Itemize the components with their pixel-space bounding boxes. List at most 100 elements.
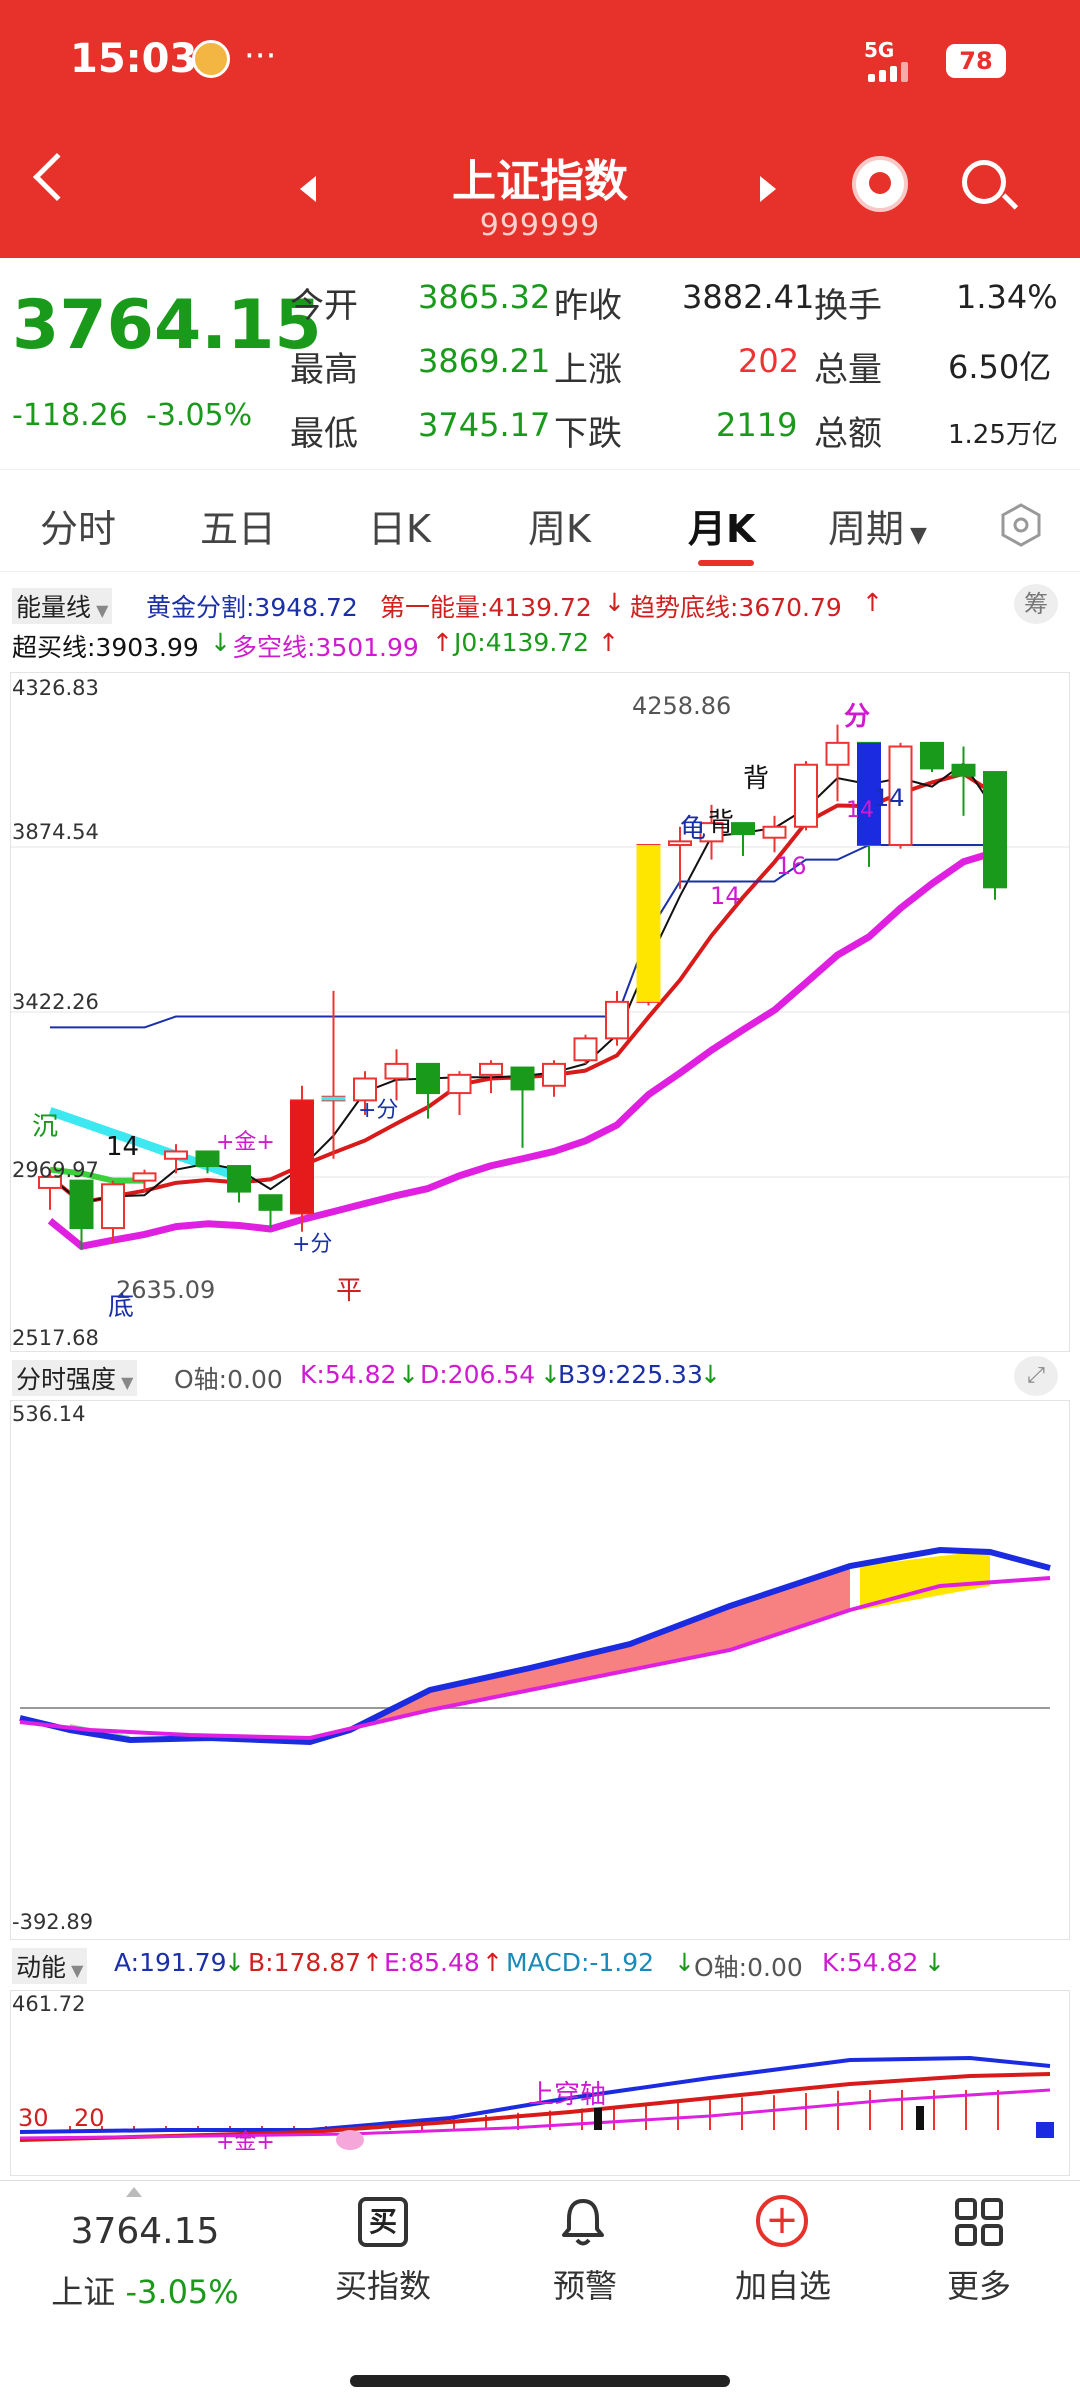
up-value: 202 [738,342,800,380]
b-value: B:178.87 [248,1948,362,1977]
tab-month-k[interactable]: 月K [688,498,755,553]
period-tabs: 分时 五日 日K 周K 月K 周期 ▼ [0,472,1080,572]
candle-body [384,1062,409,1080]
level-marker: 30 [18,2104,49,2132]
momentum-chart[interactable]: 461.72 30 20 上穿轴 +金+ [10,1990,1070,2176]
tab-week-k[interactable]: 周K [528,498,591,553]
momentum-selector[interactable]: 动能 ▼ [12,1948,88,1984]
y-axis-top: 461.72 [12,1992,86,2016]
nav-index-pct: -3.05% [125,2273,239,2311]
candle-body [983,771,1007,889]
legend-gold-split: 黄金分割:3948.72 [146,593,358,622]
nav-index-name: 上证 [51,2273,116,2311]
strength-selector[interactable]: 分时强度 ▼ [12,1360,138,1396]
indicator-legend-main: 能量线 ▼ 黄金分割:3948.72 第一能量:4139.72 ↓ 趋势底线:3… [10,584,1070,624]
momentum-name: 动能 [16,1953,67,1982]
legend-energy1: 第一能量:4139.72 [380,593,592,622]
e-value: E:85.48 [384,1948,480,1977]
tab-five-day[interactable]: 五日 [200,498,276,553]
notification-icon [192,40,230,78]
up-arrow-icon: ↑ [482,1948,503,1977]
candle-body [510,1066,535,1091]
volume-value: 6.50亿 [948,348,1052,386]
buy-index-button[interactable]: 买指数 [318,2261,448,2307]
indicator-selector[interactable]: 能量线 ▼ [12,588,113,624]
nav-price[interactable]: 3764.15 [20,2211,270,2252]
expand-icon[interactable]: ⤢ [1014,1356,1058,1396]
signal-dot [336,2130,364,2150]
jin-marker: +金+ [216,2130,275,2155]
caret-down-icon: ▼ [66,1961,84,1980]
bei-marker: 背 [708,808,735,838]
strength-legend: 分时强度 ▼ O轴:0.00 K:54.82 ↓ D:206.54 ↓ B39:… [10,1356,1070,1396]
amount-value: 1.25万亿 [948,420,1058,450]
price-change-pct: -3.05% [146,398,253,433]
candle-body [132,1172,157,1182]
legend-trend: 趋势底线:3670.79 [630,593,842,622]
up-arrow-icon: ↑ [362,1948,383,1977]
di-marker: 底 [108,1292,135,1322]
signal-candle [290,1100,314,1214]
cross-axis-marker: 上穿轴 [528,2080,607,2110]
fen-marker: +分 [292,1232,333,1257]
add-icon: + [756,2195,808,2247]
amount-label: 总额 [814,414,882,454]
count-marker: 14 [710,882,741,910]
tab-day-k[interactable]: 日K [368,498,431,553]
grid-icon [954,2197,1004,2247]
page-title: 上证指数 [452,156,628,207]
add-watchlist-button[interactable]: 加自选 [718,2261,848,2307]
legend-overbuy: 超买线:3903.99 [12,633,199,662]
jin-marker: +金+ [216,1130,275,1155]
down-arrow-icon: ↓ [674,1948,695,1977]
turnover-label: 换手 [814,286,882,326]
buy-icon: 买 [358,2197,408,2247]
bell-icon [558,2195,608,2249]
low-label: 最低 [290,414,358,454]
y-axis-label: 3422.26 [12,990,99,1014]
open-value: 3865.32 [418,278,551,316]
count-marker: 16 [776,852,807,880]
low-value: 3745.17 [418,406,551,444]
legend-longshort: 多空线:3501.99 [232,633,419,662]
search-icon[interactable] [962,160,1019,210]
signal-candle [636,845,661,1002]
macd-value: MACD:-1.92 [506,1948,655,1977]
up-label: 上涨 [554,350,622,390]
strength-chart[interactable]: 536.14 -392.89 [10,1400,1070,1940]
indicator-name: 能量线 [16,593,92,622]
nav-index-info[interactable]: 上证 -3.05% [20,2267,270,2313]
candle-body [447,1073,472,1095]
candle-body [542,1062,566,1087]
tab-intraday[interactable]: 分时 [40,498,116,553]
tab-period[interactable]: 周期 ▼ [828,498,927,553]
chip-button[interactable]: 筹 [1014,584,1058,624]
more-button[interactable]: 更多 [914,2261,1044,2307]
signal-bar [916,2106,924,2130]
caret-down-icon: ▼ [910,523,927,548]
count-marker: 14 [106,1132,140,1162]
mascot-icon[interactable] [852,156,908,212]
app-header: 15:03 ··· 5G 78 上证指数 999999 [0,0,1080,258]
settings-hexagon-icon[interactable] [998,502,1044,548]
signal-bar [1036,2122,1054,2138]
indicator-legend-sub: 超买线:3903.99 ↓ 多空线:3501.99 ↑ J0:4139.72 ↑ [10,626,910,662]
gui-marker: 龟 [680,814,707,844]
bei-marker: 背 [743,764,770,794]
momentum-legend: 动能 ▼ A:191.79 ↓ B:178.87 ↑ E:85.48 ↑ MAC… [10,1944,1070,1984]
network-label: 5G [864,38,895,62]
tab-period-label: 周期 [828,507,905,551]
count-marker: 14 [846,798,874,823]
y-axis-bottom: -392.89 [12,1910,94,1934]
o-axis-value: O轴:0.00 [174,1365,283,1394]
open-label: 今开 [290,286,358,326]
y-axis-label: 2969.97 [12,1158,99,1182]
next-stock-icon[interactable] [760,176,776,202]
alert-button[interactable]: 预警 [520,2261,650,2307]
kline-chart[interactable]: 4326.83 3874.54 3422.26 2969.97 2517.68 … [10,672,1070,1352]
volume-label: 总量 [814,350,882,390]
up-arrow-icon: ↑ [432,628,453,657]
k-value: K:54.82 [300,1360,397,1389]
down-arrow-icon: ↓ [924,1948,945,1977]
level-marker: 20 [74,2104,105,2132]
